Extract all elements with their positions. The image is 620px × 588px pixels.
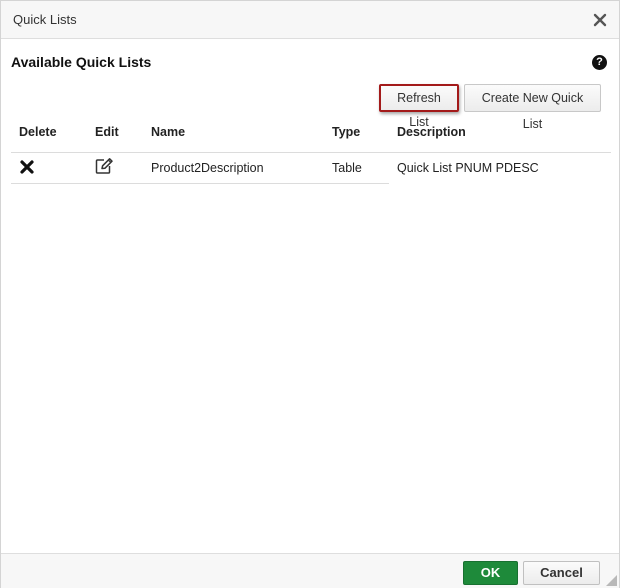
row-description: Quick List PNUM PDESC [397, 161, 539, 175]
ok-button[interactable]: OK [463, 561, 518, 585]
row-type: Table [332, 161, 362, 175]
column-header-type: Type [332, 125, 361, 139]
column-header-description: Description [397, 125, 466, 139]
refresh-list-button[interactable]: Refresh List [379, 84, 459, 129]
dialog-titlebar: Quick Lists [1, 1, 619, 39]
resize-grip-icon[interactable] [605, 574, 617, 586]
dialog-footer: OK Cancel [1, 553, 619, 588]
help-icon[interactable]: ? [592, 55, 607, 70]
column-header-name: Name [151, 125, 186, 139]
column-header-delete: Delete [19, 125, 57, 139]
edit-pencil-icon[interactable] [94, 156, 114, 176]
create-quick-list-button[interactable]: Create New Quick List [464, 84, 601, 131]
row-name[interactable]: Product2Description [151, 161, 264, 175]
page-title: Available Quick Lists [11, 54, 152, 70]
dialog-title: Quick Lists [13, 12, 77, 27]
close-icon[interactable] [591, 11, 609, 29]
cancel-button[interactable]: Cancel [523, 561, 600, 585]
row-divider [11, 183, 389, 184]
delete-x-icon[interactable] [19, 159, 35, 175]
quick-lists-dialog: Quick Lists Available Quick Lists ? Refr… [0, 0, 620, 588]
column-header-edit: Edit [95, 125, 119, 139]
header-divider [11, 152, 611, 153]
